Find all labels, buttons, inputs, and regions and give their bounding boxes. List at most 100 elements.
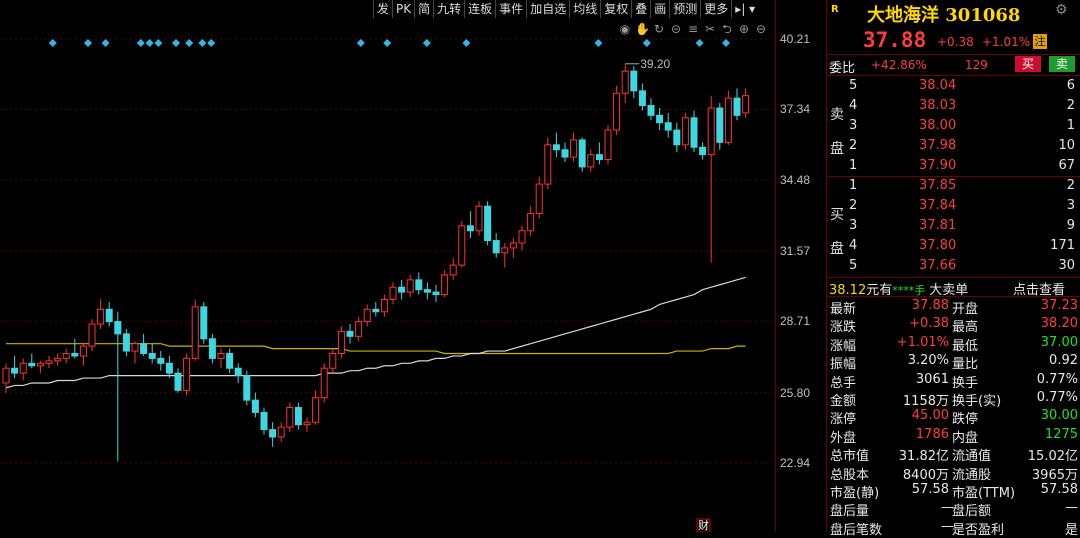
toolbar-item[interactable]: 预测 bbox=[669, 0, 700, 18]
settings-icon[interactable]: ⚙ bbox=[1055, 2, 1068, 18]
stat-label: 跌停 bbox=[952, 412, 979, 428]
sell-button[interactable]: 卖 bbox=[1049, 56, 1075, 72]
back-icon[interactable]: ⮌ bbox=[720, 22, 734, 36]
toolbar-item[interactable]: 均线 bbox=[569, 0, 600, 18]
toolbar-item[interactable]: 事件 bbox=[495, 0, 526, 18]
circle-arrow-icon[interactable]: ⊝ bbox=[669, 22, 683, 36]
book-price: 37.66 bbox=[919, 258, 957, 273]
candle-body bbox=[36, 362, 44, 367]
event-diamond-icon bbox=[422, 39, 431, 47]
book-volume: 1 bbox=[1066, 118, 1075, 133]
book-price: 37.81 bbox=[919, 218, 957, 233]
stat-value: 0.77% bbox=[1036, 371, 1078, 387]
candle-body bbox=[200, 306, 208, 340]
eye-icon[interactable]: ◉ bbox=[618, 22, 632, 36]
candle-body bbox=[716, 107, 724, 143]
stat-value: +0.38 bbox=[909, 316, 949, 332]
book-row: 1 37.90 67 bbox=[827, 158, 1080, 175]
kline-chart[interactable]: 39.20 财 bbox=[0, 0, 775, 532]
price-change-pct: +1.01% bbox=[982, 35, 1031, 49]
list-icon[interactable]: ≡ bbox=[686, 22, 700, 36]
toolbar-item[interactable]: 连板 bbox=[464, 0, 495, 18]
stat-value: 8400万 bbox=[902, 467, 949, 483]
stat-label: 总手 bbox=[830, 375, 857, 391]
y-tick-label: 40.21 bbox=[780, 32, 811, 46]
level: 3 bbox=[849, 118, 858, 133]
book-price: 38.00 bbox=[919, 118, 957, 133]
event-diamond-icon bbox=[207, 39, 216, 47]
book-volume: 3 bbox=[1066, 198, 1075, 213]
book-row: 2 37.84 3 bbox=[827, 198, 1080, 215]
zoom-out-icon[interactable]: ⊖ bbox=[754, 22, 768, 36]
book-price: 37.85 bbox=[919, 178, 957, 193]
stat-label: 总股本 bbox=[830, 467, 870, 483]
toolbar-item[interactable]: 九转 bbox=[433, 0, 464, 18]
hand-icon[interactable]: ✋ bbox=[635, 22, 650, 36]
event-diamond-icon bbox=[185, 39, 194, 47]
toolbar-item[interactable]: 更多 bbox=[700, 0, 731, 18]
zoom-in-icon[interactable]: ⊕ bbox=[737, 22, 751, 36]
event-diamond-icon bbox=[172, 39, 180, 47]
toolbar-item[interactable]: 发 bbox=[373, 0, 392, 18]
book-price: 37.84 bbox=[919, 198, 957, 213]
quote-panel: R 大地海洋 301068 ⚙ 37.88 +0.38 +1.01% 注 委比 … bbox=[826, 0, 1080, 538]
event-diamond-icon bbox=[84, 39, 92, 47]
candle-body bbox=[552, 144, 560, 151]
candle-body bbox=[621, 70, 629, 94]
buy-button[interactable]: 买 bbox=[1015, 56, 1041, 72]
book-volume: 171 bbox=[1050, 238, 1075, 253]
candle-body bbox=[260, 411, 268, 431]
toolbar-item[interactable]: 画 bbox=[650, 0, 669, 18]
stat-row: 市盈(静) 57.58 市盈(TTM) 57.58 bbox=[827, 482, 1080, 501]
refresh-icon[interactable]: ↻ bbox=[652, 22, 666, 36]
toolbar-item[interactable]: 加自选 bbox=[526, 0, 569, 18]
stat-label: 涨跌 bbox=[830, 320, 857, 336]
toolbar-arrow-icon[interactable]: ▸| ▾ bbox=[731, 0, 758, 18]
stat-row: 涨幅 +1.01% 最低 37.00 bbox=[827, 334, 1080, 354]
toolbar-item[interactable]: 简 bbox=[414, 0, 433, 18]
candle-body bbox=[337, 330, 345, 355]
candle-body bbox=[681, 117, 689, 146]
book-row: 4 37.80 171 bbox=[827, 238, 1080, 255]
stat-label: 外盘 bbox=[830, 430, 857, 446]
candle-body bbox=[148, 353, 156, 359]
candle-body bbox=[449, 264, 457, 276]
stat-label: 最低 bbox=[952, 338, 979, 354]
candle-body bbox=[742, 95, 750, 114]
book-volume: 30 bbox=[1058, 258, 1075, 273]
stat-row: 总手 3061 换手 0.77% bbox=[827, 371, 1080, 391]
candle-body bbox=[415, 279, 423, 291]
y-tick-label: 31.57 bbox=[780, 244, 811, 259]
stat-row: 总股本 8400万 流通股 3965万 bbox=[827, 464, 1080, 483]
toolbar-item[interactable]: PK bbox=[392, 0, 414, 18]
book-row: 1 37.85 2 bbox=[827, 178, 1080, 195]
candle-body bbox=[432, 291, 440, 296]
event-diamond-icon bbox=[136, 39, 145, 47]
high-label: 39.20 bbox=[640, 57, 670, 71]
candle-body bbox=[707, 107, 715, 156]
event-diamond-icon bbox=[145, 39, 154, 47]
stat-label: 金额 bbox=[830, 394, 857, 409]
toolbar-item[interactable]: 复权 bbox=[600, 0, 631, 18]
candle-body bbox=[19, 362, 27, 374]
stat-row: 外盘 1786 内盘 1275 bbox=[827, 427, 1080, 446]
candle-body bbox=[165, 362, 173, 374]
candle-body bbox=[243, 375, 251, 401]
price-change: +0.38 bbox=[937, 35, 974, 49]
candle-body bbox=[363, 308, 371, 323]
candle-body bbox=[329, 353, 337, 369]
stat-label: 总市值 bbox=[830, 449, 870, 465]
level: 2 bbox=[849, 198, 858, 213]
candle-body bbox=[441, 274, 449, 296]
candle-body bbox=[97, 308, 105, 325]
cut-icon[interactable]: ✂ bbox=[703, 22, 717, 36]
candle-body bbox=[294, 407, 302, 426]
stat-value: 57.58 bbox=[911, 482, 949, 497]
stat-value: 1158万 bbox=[902, 394, 949, 409]
y-tick-label: 34.48 bbox=[780, 172, 811, 187]
stat-value: +1.01% bbox=[896, 334, 949, 350]
candle-body bbox=[28, 362, 36, 367]
y-tick-label: 22.94 bbox=[780, 456, 811, 470]
toolbar-item[interactable]: 叠 bbox=[631, 0, 650, 18]
candle-body bbox=[458, 225, 466, 266]
